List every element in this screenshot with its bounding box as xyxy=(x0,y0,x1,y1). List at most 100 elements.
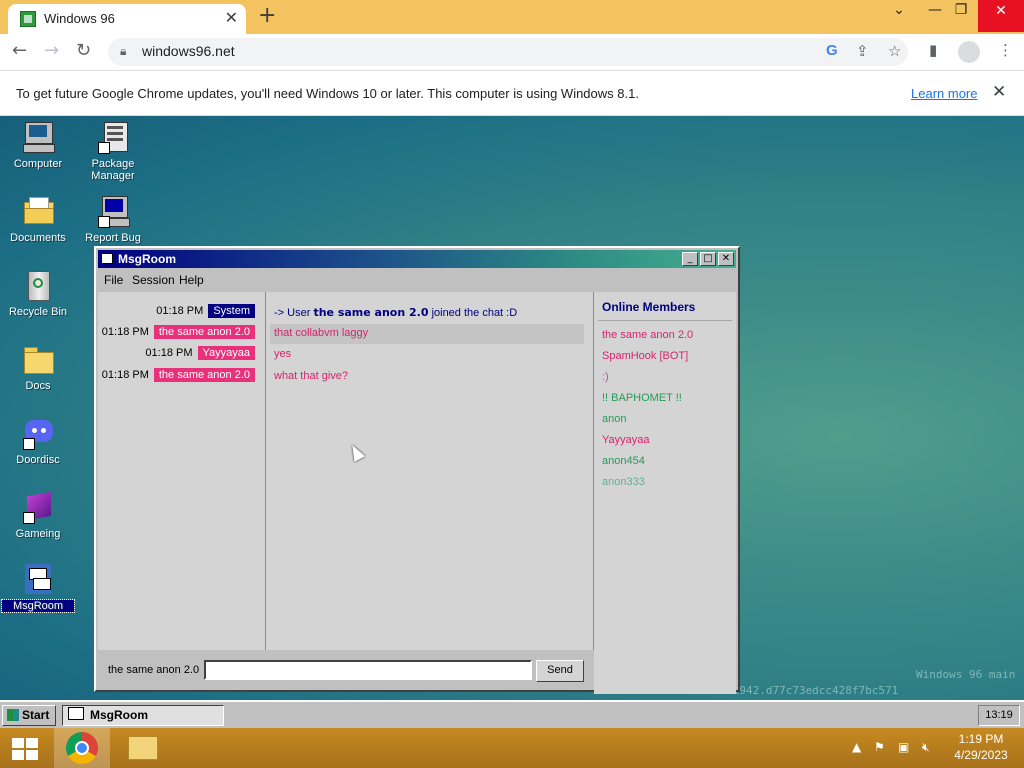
msgroom-task-icon xyxy=(68,707,84,720)
chat-log-nicks: 01:18 PM System 01:18 PM the same anon 2.0… xyxy=(98,292,266,650)
close-window-icon[interactable]: ✕ xyxy=(978,0,1024,32)
win96-clock: 13:19 xyxy=(978,705,1020,726)
lock-icon[interactable]: 🔒︎ xyxy=(120,44,126,59)
log-time: 01:18 PM xyxy=(145,347,193,359)
windows-start-icon[interactable] xyxy=(12,738,38,760)
log-nick[interactable]: the same anon 2.0 xyxy=(153,368,255,382)
member-item[interactable]: SpamHook [BOT] xyxy=(602,350,688,362)
menu-help[interactable]: Help xyxy=(179,273,204,287)
host-taskbar: ▲ ⚑ ▣ 🔇︎ 1:19 PM 4/29/2023 xyxy=(0,728,1024,768)
back-icon[interactable]: ← xyxy=(12,40,27,61)
log-row: 01:18 PM System xyxy=(156,304,255,320)
win96-taskbar: Start MsgRoom 13:19 xyxy=(0,700,1024,728)
desktop-icon-gameing[interactable]: Gameing xyxy=(2,490,74,540)
tab-search-chevron-icon[interactable]: ⌄ xyxy=(884,2,914,18)
update-infobar: To get future Google Chrome updates, you… xyxy=(0,70,1024,116)
member-item[interactable]: anon xyxy=(602,413,626,425)
msgroom-title: MsgRoom xyxy=(118,252,176,266)
forward-icon[interactable]: → xyxy=(44,40,59,61)
taskbar-item-msgroom[interactable]: MsgRoom xyxy=(62,705,224,726)
log-nick[interactable]: Yayyayaa xyxy=(197,346,255,360)
menu-file[interactable]: File xyxy=(104,273,123,287)
learn-more-link[interactable]: Learn more xyxy=(911,86,977,101)
log-time: 01:18 PM xyxy=(101,369,149,381)
menu-session[interactable]: Session xyxy=(132,273,175,287)
google-lens-icon[interactable]: G xyxy=(826,42,838,59)
windows96-favicon-icon xyxy=(20,11,36,27)
log-nick[interactable]: System xyxy=(208,304,255,318)
log-row: 01:18 PM the same anon 2.0 xyxy=(102,368,255,384)
current-nick-label[interactable]: the same anon 2.0 xyxy=(108,664,199,676)
divider xyxy=(598,320,732,321)
chat-messages: -> User the same anon 2.0 joined the cha… xyxy=(266,292,594,650)
msgroom-window: MsgRoom _ □ ✕ File Session Help 01:18 PM… xyxy=(94,246,740,694)
volume-muted-icon[interactable]: 🔇︎ xyxy=(922,740,930,755)
log-row: 01:18 PM the same anon 2.0 xyxy=(102,325,255,341)
new-tab-icon[interactable]: + xyxy=(258,3,276,28)
host-time: 1:19 PM xyxy=(958,732,1004,746)
desktop-icon-computer[interactable]: Computer xyxy=(2,120,74,170)
action-center-flag-icon[interactable]: ⚑ xyxy=(874,740,885,754)
bookmark-star-icon[interactable]: ☆ xyxy=(888,42,901,60)
msgroom-titlebar[interactable]: MsgRoom _ □ ✕ xyxy=(98,250,736,268)
log-row: 01:18 PM Yayyayaa xyxy=(145,346,255,362)
gameing-cube-icon xyxy=(21,490,55,524)
documents-folder-icon xyxy=(21,194,55,228)
restore-icon[interactable]: ❐ xyxy=(946,2,976,18)
chat-message: yes xyxy=(274,348,292,360)
menu-kebab-icon[interactable]: ⋮ xyxy=(998,41,1013,59)
start-logo-icon xyxy=(7,709,19,721)
member-item[interactable]: Yayyayaa xyxy=(602,434,650,446)
desktop-icon-msgroom[interactable]: MsgRoom xyxy=(1,562,75,613)
tab-title: Windows 96 xyxy=(44,11,115,26)
host-clock[interactable]: 1:19 PM 4/29/2023 xyxy=(948,731,1014,763)
chat-message-input[interactable] xyxy=(204,660,532,680)
msgroom-menubar: File Session Help xyxy=(98,270,736,290)
minimize-icon[interactable]: _ xyxy=(682,252,698,266)
chat-input-row: the same anon 2.0 Send xyxy=(98,650,594,690)
win96-desktop: Computer Package Manager Documents Repor… xyxy=(0,116,1024,700)
log-time: 01:18 PM xyxy=(101,326,149,338)
close-icon[interactable]: ✕ xyxy=(718,252,734,266)
member-item[interactable]: !! BAPHOMET !! xyxy=(602,392,682,404)
desktop-icon-docs[interactable]: Docs xyxy=(2,342,74,392)
member-item[interactable]: anon333 xyxy=(602,476,645,488)
docs-folder-icon xyxy=(21,342,55,376)
log-nick[interactable]: the same anon 2.0 xyxy=(153,325,255,339)
reload-icon[interactable]: ↻ xyxy=(76,40,91,61)
chrome-taskbar-icon[interactable] xyxy=(54,728,110,768)
chat-message: that collabvm laggy xyxy=(274,327,369,339)
desktop-icon-recycle-bin[interactable]: Recycle Bin xyxy=(2,268,74,318)
network-icon[interactable]: ▣ xyxy=(898,740,909,754)
member-item[interactable]: anon454 xyxy=(602,455,645,467)
desktop-icon-report-bug[interactable]: Report Bug xyxy=(77,194,149,244)
watermark-line-1: Windows 96 main xyxy=(916,668,1016,681)
send-button[interactable]: Send xyxy=(536,660,584,682)
desktop-icon-package-manager[interactable]: Package Manager xyxy=(77,120,149,182)
address-bar[interactable]: 🔒︎ windows96.net G ⇪ ☆ xyxy=(108,38,908,66)
side-panel-icon[interactable]: ▮ xyxy=(929,41,937,59)
member-item[interactable]: :) xyxy=(602,371,609,383)
profile-avatar-icon[interactable] xyxy=(958,41,980,63)
desktop-icon-doordisc[interactable]: Doordisc xyxy=(2,416,74,466)
browser-tab[interactable]: Windows 96 ✕ xyxy=(8,4,246,34)
infobar-message: To get future Google Chrome updates, you… xyxy=(16,86,639,101)
file-explorer-icon[interactable] xyxy=(128,736,158,760)
browser-titlebar: Windows 96 ✕ + ⌄ — ❐ ✕ xyxy=(0,0,1024,34)
chat-message: what that give? xyxy=(274,370,348,382)
tray-expand-icon[interactable]: ▲ xyxy=(852,740,861,754)
system-message: -> User the same anon 2.0 joined the cha… xyxy=(274,306,518,319)
share-icon[interactable]: ⇪ xyxy=(856,42,869,60)
url-text: windows96.net xyxy=(142,43,235,59)
online-members-title: Online Members xyxy=(602,300,696,314)
browser-toolbar: ← → ↻ 🔒︎ windows96.net G ⇪ ☆ ▮ ⋮ xyxy=(0,34,1024,70)
recycle-bin-icon xyxy=(21,268,55,302)
maximize-icon[interactable]: □ xyxy=(700,252,716,266)
member-item[interactable]: the same anon 2.0 xyxy=(602,329,693,341)
start-button[interactable]: Start xyxy=(2,705,56,726)
log-time: 01:18 PM xyxy=(156,305,204,317)
desktop-icon-documents[interactable]: Documents xyxy=(2,194,74,244)
package-manager-icon xyxy=(96,120,130,154)
infobar-close-icon[interactable]: ✕ xyxy=(992,82,1006,102)
tab-close-icon[interactable]: ✕ xyxy=(225,8,238,27)
